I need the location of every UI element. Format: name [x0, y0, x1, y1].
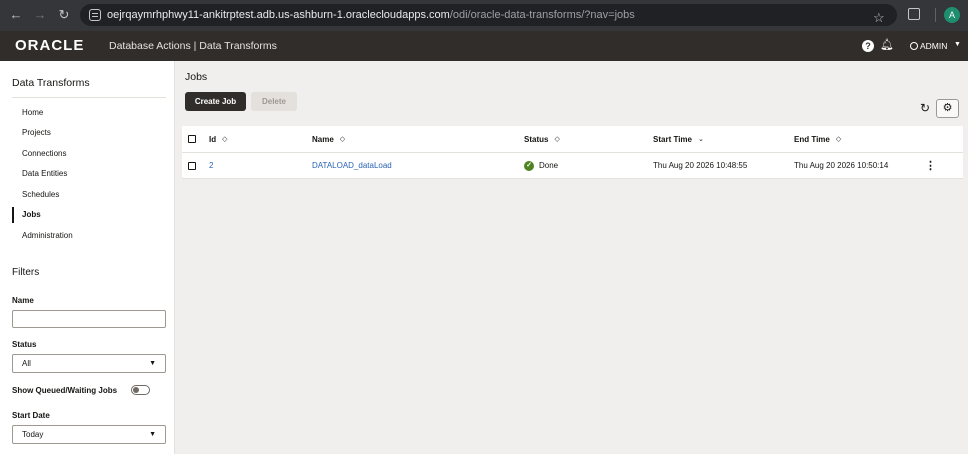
sort-icon: ◇ [554, 136, 560, 143]
table-row[interactable]: 2 DATALOAD_dataLoad ✓ Done Thu Aug 20 20… [182, 153, 963, 179]
sort-icon: ◇ [339, 136, 346, 143]
extensions-icon[interactable] [908, 8, 920, 20]
job-start-time: Thu Aug 20 2026 10:48:55 [653, 161, 748, 170]
help-icon[interactable]: ? [862, 40, 874, 52]
gear-icon[interactable]: ⚙ [936, 99, 959, 118]
column-header-status[interactable]: Status ◇ [524, 126, 560, 152]
forward-arrow-icon[interactable]: → [33, 8, 47, 22]
table-header: Id ◇ Name ◇ Status ◇ Start Time ⌄ End Time ◇ [182, 126, 963, 153]
sort-icon: ◇ [222, 136, 228, 143]
select-all-checkbox[interactable] [188, 126, 196, 152]
chevron-down-icon[interactable]: ▼ [954, 41, 961, 48]
column-header-id[interactable]: Id ◇ [209, 126, 228, 152]
back-arrow-icon[interactable]: ← [9, 8, 23, 22]
start-date-value: Today [22, 430, 44, 439]
job-status: ✓ Done [524, 153, 558, 178]
caret-down-icon: ▼ [149, 431, 156, 438]
check-circle-icon: ✓ [524, 160, 534, 171]
job-id-link[interactable]: 2 [209, 153, 213, 178]
status-filter-value: All [22, 359, 31, 368]
address-bar[interactable]: oejrqaymrhphwy11-ankitrptest.adb.us-ashb… [80, 4, 897, 26]
row-checkbox[interactable] [188, 153, 196, 178]
sort-icon: ◇ [835, 136, 842, 143]
queued-jobs-toggle[interactable] [131, 385, 150, 395]
refresh-icon[interactable]: ↻ [918, 101, 932, 115]
caret-down-icon: ▼ [149, 360, 156, 367]
sidebar-item-administration[interactable]: Administration [12, 228, 166, 244]
delete-button[interactable]: Delete [251, 92, 297, 111]
bookmark-star-icon[interactable]: ☆ [873, 11, 885, 24]
create-job-button[interactable]: Create Job [185, 92, 246, 111]
user-icon [910, 42, 918, 50]
sidebar-item-home[interactable]: Home [12, 105, 166, 121]
url-text: oejrqaymrhphwy11-ankitrptest.adb.us-ashb… [107, 9, 635, 21]
more-actions-icon[interactable]: ⋮ [925, 153, 936, 178]
jobs-table: Id ◇ Name ◇ Status ◇ Start Time ⌄ End Time ◇ … [182, 126, 963, 179]
profile-avatar[interactable]: A [944, 7, 960, 23]
sidebar-item-data-entities[interactable]: Data Entities [12, 166, 166, 182]
start-date-label: Start Date [12, 411, 50, 420]
status-filter-select[interactable]: All ▼ [12, 354, 166, 373]
filters-title: Filters [12, 267, 40, 278]
reload-icon[interactable]: ↻ [57, 8, 71, 22]
app-title: Database Actions | Data Transforms [109, 40, 277, 52]
column-header-name[interactable]: Name ◇ [312, 126, 345, 152]
sidebar-title: Data Transforms [12, 77, 90, 89]
sort-descending-icon: ⌄ [697, 136, 704, 143]
sidebar-item-jobs[interactable]: Jobs [12, 207, 166, 223]
name-filter-label: Name [12, 296, 34, 305]
start-date-select[interactable]: Today ▼ [12, 425, 166, 444]
column-header-start-time[interactable]: Start Time ⌄ [653, 126, 704, 152]
divider [12, 97, 166, 98]
browser-toolbar: ← → ↻ oejrqaymrhphwy11-ankitrptest.adb.u… [0, 0, 968, 31]
toolbar-divider [935, 8, 936, 22]
name-filter-input[interactable] [12, 310, 166, 328]
sidebar-item-connections[interactable]: Connections [12, 146, 166, 162]
user-menu[interactable]: ADMIN [910, 41, 947, 51]
app-header: ORACLE Database Actions | Data Transform… [0, 31, 968, 61]
bell-icon[interactable]: 🔔︎ [880, 39, 894, 51]
column-header-end-time[interactable]: End Time ◇ [794, 126, 841, 152]
job-name-link[interactable]: DATALOAD_dataLoad [312, 153, 392, 178]
site-info-icon[interactable] [89, 9, 101, 21]
oracle-logo: ORACLE [15, 37, 85, 54]
job-end-time: Thu Aug 20 2026 10:50:14 [794, 161, 889, 170]
status-filter-label: Status [12, 340, 37, 349]
main-content: Jobs Create Job Delete ↻ ⚙ Id ◇ Name ◇ Sta… [176, 61, 968, 454]
sidebar-item-schedules[interactable]: Schedules [12, 187, 166, 203]
sidebar-item-projects[interactable]: Projects [12, 125, 166, 141]
sidebar: Data Transforms Home Projects Connection… [0, 61, 175, 454]
queued-jobs-label: Show Queued/Waiting Jobs [12, 386, 118, 395]
page-title: Jobs [185, 71, 208, 83]
